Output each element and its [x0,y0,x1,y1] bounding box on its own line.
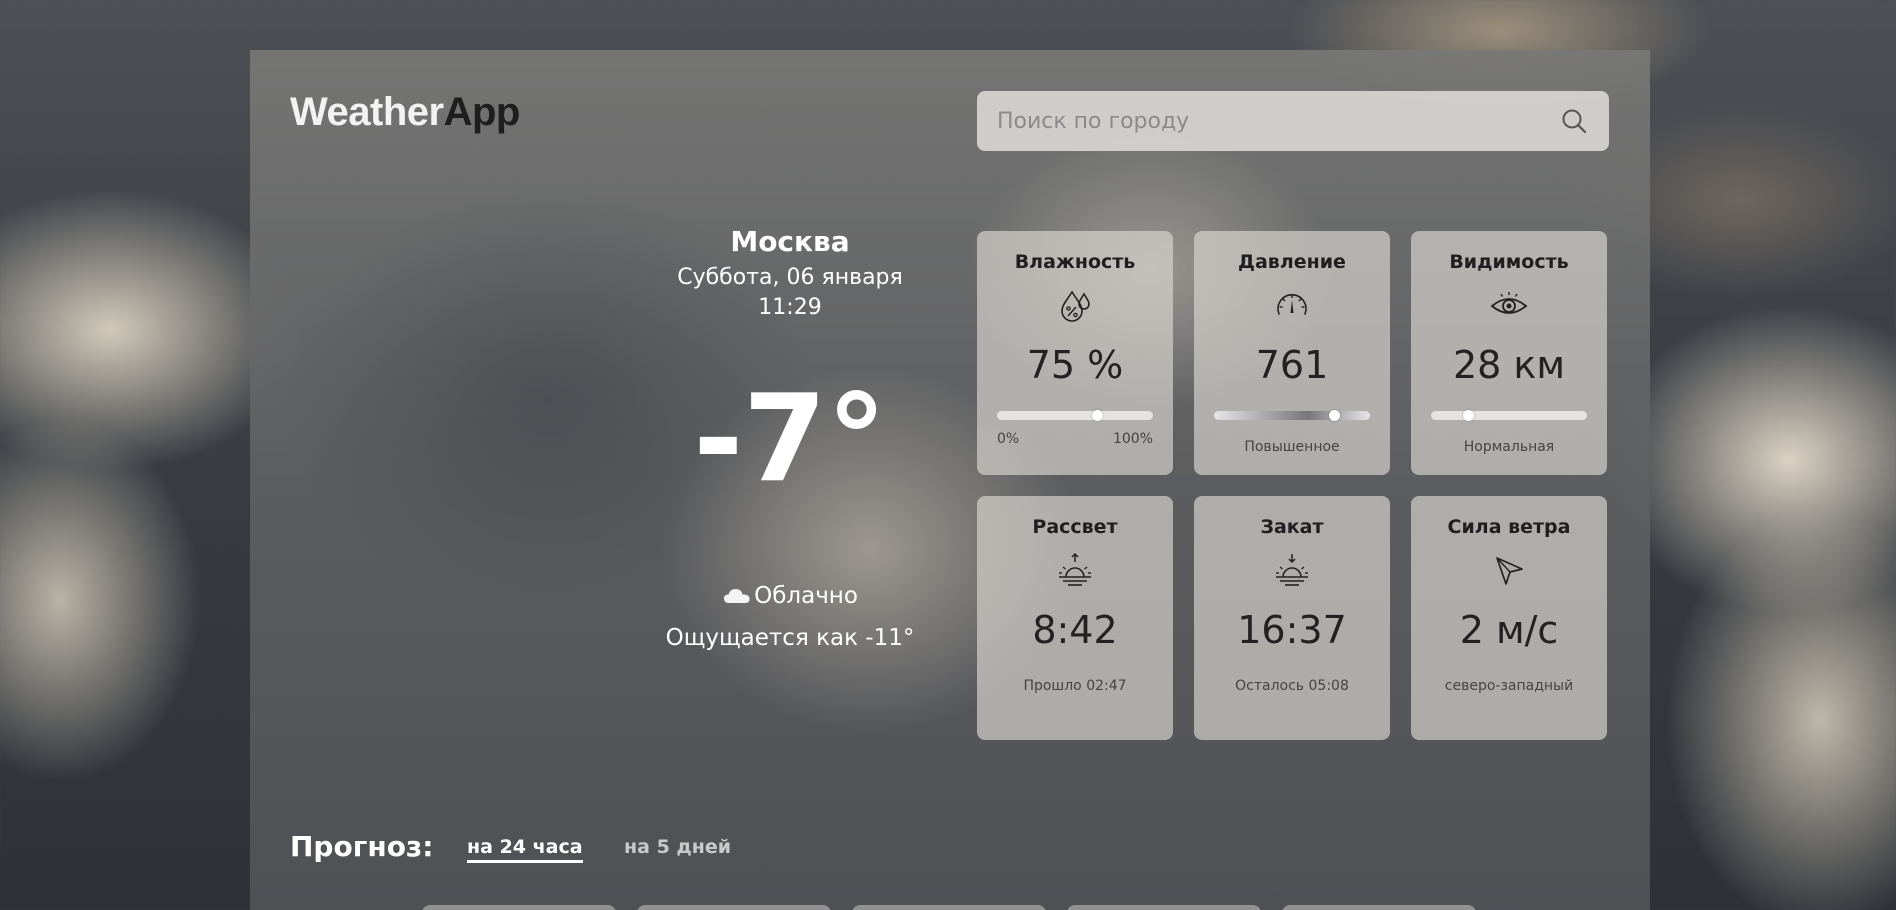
humidity-card: Влажность 75 % 0% 100% [977,231,1173,475]
wind-value: 2 м/с [1459,608,1559,652]
sunrise-title: Рассвет [1032,516,1118,538]
app-logo: WeatherApp [290,90,520,135]
visibility-bar [1431,410,1587,421]
feels-like: Ощущается как -11° [665,625,915,651]
humidity-title: Влажность [1014,251,1136,273]
forecast-card[interactable] [1282,905,1476,910]
humidity-max-label: 100% [1112,431,1153,447]
sunset-card: Закат 16:37 Осталось 05:08 [1194,496,1390,740]
city-name: Москва [730,225,850,258]
pressure-card: Давление 761 Повышенное [1194,231,1390,475]
condition-text: Облачно [754,583,858,609]
forecast-title: Прогноз: [290,830,434,863]
forecast-card[interactable] [1067,905,1261,910]
wind-title: Сила ветра [1447,516,1571,538]
tab-24-hours[interactable]: на 24 часа [467,836,583,863]
sunset-value: 16:37 [1237,608,1347,652]
pressure-title: Давление [1238,251,1346,273]
sunrise-value: 8:42 [1032,608,1118,652]
forecast-card[interactable] [852,905,1046,910]
pressure-note: Повышенное [1244,439,1340,455]
sunset-title: Закат [1260,516,1324,538]
sunrise-note: Прошло 02:47 [1023,678,1127,694]
logo-app: App [443,90,521,134]
current-date: Суббота, 06 января [677,265,903,290]
eye-icon [1490,292,1528,314]
wind-card: Сила ветра 2 м/с северо-западный [1411,496,1607,740]
pressure-value: 761 [1255,343,1329,387]
forecast-card[interactable] [422,905,616,910]
logo-weather: Weather [290,90,444,134]
visibility-note: Нормальная [1463,439,1555,455]
gauge-icon [1277,294,1307,315]
humidity-scale: 0% 100% [997,431,1153,447]
search-bar [977,91,1609,151]
cloud-icon [724,589,750,603]
sunrise-card: Рассвет 8:42 Прошло 02:47 [977,496,1173,740]
sunrise-icon [1059,552,1091,586]
visibility-value: 28 км [1452,343,1566,387]
humidity-value: 75 % [1026,343,1124,387]
humidity-min-label: 0% [997,431,1020,447]
tab-5-days[interactable]: на 5 дней [624,836,731,858]
search-icon[interactable] [1559,106,1589,136]
humidity-bar-knob [1091,410,1103,421]
sunset-note: Осталось 05:08 [1235,678,1349,694]
condition: Облачно [590,583,990,609]
main-panel: WeatherApp Москва Суббота, 06 января 11:… [250,50,1650,910]
humidity-bar [997,410,1153,421]
visibility-title: Видимость [1449,251,1569,273]
current-temperature: -7° [693,370,887,509]
visibility-card: Видимость 28 км Нормальная [1411,231,1607,475]
sunset-icon [1276,554,1308,586]
forecast-card[interactable] [637,905,831,910]
current-time: 11:29 [758,295,822,320]
pressure-bar [1214,410,1370,421]
pressure-bar-knob [1329,410,1341,421]
visibility-bar-knob [1463,410,1475,421]
wind-note: северо-западный [1444,678,1574,694]
wind-direction-icon [1496,557,1523,585]
search-input[interactable] [977,91,1559,151]
humidity-icon [1061,290,1090,322]
